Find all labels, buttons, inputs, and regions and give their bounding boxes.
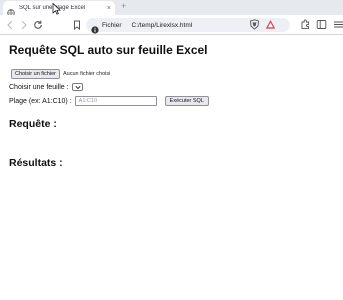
address-url[interactable]: C:/temp/Lirexlsx.html (132, 22, 193, 29)
choose-file-button[interactable]: Choisir un fichier (11, 69, 60, 79)
new-tab-icon[interactable]: + (121, 2, 126, 11)
sheet-label: Choisir une feuille : (9, 83, 69, 91)
extensions-icon[interactable] (300, 19, 311, 30)
sheet-selector-row: Choisir une feuille : (9, 83, 83, 91)
page-content: Requête SQL auto sur feuille Excel Chois… (0, 36, 343, 300)
address-scheme-label: Fichier (102, 21, 122, 29)
browser-toolbar: Fichier C:/temp/Lirexlsx.html (0, 15, 343, 35)
tab-title: SQL sur une plage Excel (19, 5, 86, 11)
forward-icon[interactable] (18, 19, 30, 31)
brave-shield-icon[interactable] (249, 19, 260, 30)
file-status-text: Aucun fichier choisi (62, 71, 111, 77)
close-icon[interactable]: × (107, 5, 111, 12)
back-icon[interactable] (4, 19, 16, 31)
menu-icon[interactable] (333, 19, 343, 30)
execute-sql-button[interactable]: Exécuter SQL (164, 96, 209, 106)
sheet-select[interactable] (71, 83, 83, 91)
page-title: Requête SQL auto sur feuille Excel (9, 43, 208, 57)
query-heading: Requête : (9, 118, 57, 130)
brave-rewards-icon[interactable] (265, 19, 276, 30)
range-input[interactable]: A1:C10 (74, 96, 157, 106)
globe-icon (7, 4, 15, 17)
info-icon[interactable] (91, 21, 99, 34)
range-label: Plage (ex: A1:C10) : (9, 97, 72, 105)
results-heading: Résultats : (9, 157, 63, 169)
tab-strip: SQL sur une plage Excel × + (0, 0, 343, 17)
chevron-down-icon (74, 85, 81, 90)
reload-icon[interactable] (32, 19, 44, 31)
bookmark-icon[interactable] (71, 19, 83, 31)
mouse-cursor-icon (52, 3, 61, 15)
range-row: Plage (ex: A1:C10) : A1:C10 Exécuter SQL (9, 96, 209, 106)
file-picker: Choisir un fichier Aucun fichier choisi (11, 69, 110, 79)
sidebar-icon[interactable] (316, 19, 327, 30)
